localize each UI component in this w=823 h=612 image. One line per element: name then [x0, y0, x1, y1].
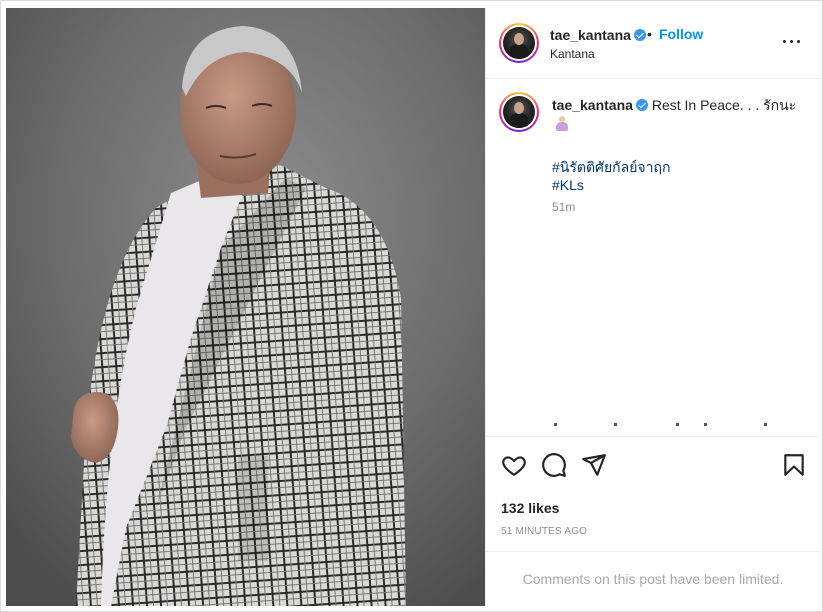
- author-username-text[interactable]: tae_kantana: [550, 27, 631, 43]
- hashtag-list: #นิรัตติศัยกัลย์จาฤก #KLs: [552, 158, 670, 194]
- follow-button[interactable]: Follow: [659, 26, 703, 42]
- portrait-image: [6, 8, 485, 606]
- caption-author-avatar[interactable]: [499, 92, 539, 132]
- person-emoji-icon: [555, 116, 569, 132]
- more-options-icon[interactable]: [782, 34, 802, 48]
- caption-body: Rest In Peace. . . รักนะ: [651, 97, 797, 113]
- author-subtitle[interactable]: Kantana: [550, 47, 595, 61]
- post-photo[interactable]: [6, 8, 485, 606]
- send-icon[interactable]: [581, 452, 607, 478]
- hashtag-link[interactable]: #KLs: [552, 176, 670, 194]
- post-dialog: tae_kantana • Follow Kantana tae_kantana…: [0, 0, 823, 612]
- verified-badge-icon: [635, 99, 648, 111]
- comments-limited-notice: Comments on this post have been limited.: [486, 551, 820, 606]
- hashtag-link[interactable]: #นิรัตติศัยกัลย์จาฤก: [552, 158, 670, 176]
- author-username[interactable]: tae_kantana: [550, 27, 646, 43]
- heart-icon[interactable]: [501, 452, 527, 478]
- post-side-panel: tae_kantana • Follow Kantana tae_kantana…: [485, 8, 820, 606]
- comment-icon[interactable]: [541, 452, 567, 478]
- caption-section: tae_kantana Rest In Peace. . . รักนะ #นิ…: [486, 80, 820, 436]
- author-avatar[interactable]: [499, 23, 539, 63]
- action-bar: 132 likes 51 MINUTES AGO: [486, 436, 820, 551]
- likes-count[interactable]: 132 likes: [501, 500, 559, 516]
- separator-dot: •: [647, 26, 652, 42]
- bookmark-icon[interactable]: [781, 452, 807, 478]
- clipped-comment-preview: [552, 423, 782, 427]
- post-timestamp[interactable]: 51 MINUTES AGO: [501, 526, 587, 537]
- caption-text: tae_kantana Rest In Peace. . . รักนะ: [552, 96, 802, 132]
- caption-username[interactable]: tae_kantana: [552, 97, 633, 113]
- post-header: tae_kantana • Follow Kantana: [486, 8, 820, 79]
- verified-badge-icon: [633, 29, 646, 41]
- caption-timestamp[interactable]: 51m: [552, 200, 575, 214]
